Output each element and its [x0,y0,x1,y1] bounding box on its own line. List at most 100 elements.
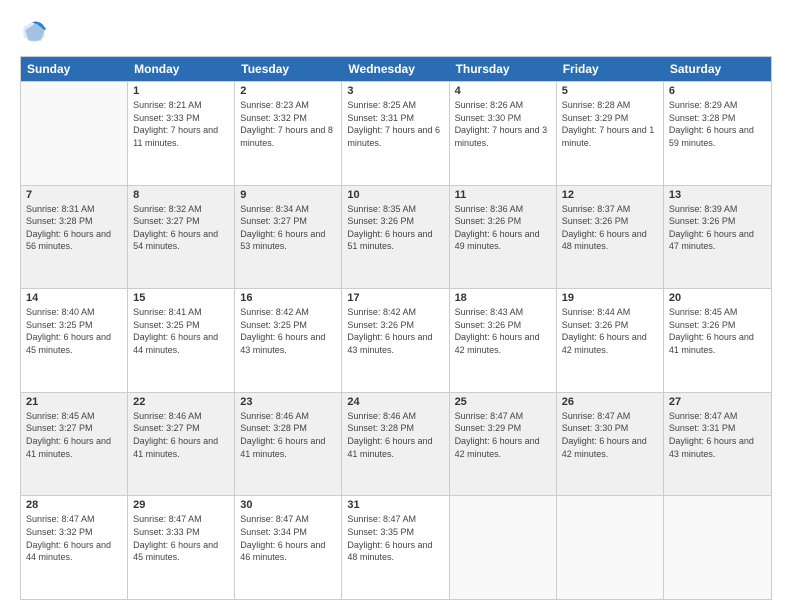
day-info: Sunrise: 8:45 AM Sunset: 3:26 PM Dayligh… [669,306,766,356]
day-info: Sunrise: 8:32 AM Sunset: 3:27 PM Dayligh… [133,203,229,253]
day-info: Sunrise: 8:26 AM Sunset: 3:30 PM Dayligh… [455,99,551,149]
day-number: 14 [26,292,122,304]
calendar-cell [450,496,557,599]
calendar-cell: 25 Sunrise: 8:47 AM Sunset: 3:29 PM Dayli… [450,393,557,496]
day-info: Sunrise: 8:42 AM Sunset: 3:25 PM Dayligh… [240,306,336,356]
calendar-cell: 2 Sunrise: 8:23 AM Sunset: 3:32 PM Daylig… [235,82,342,185]
day-info: Sunrise: 8:23 AM Sunset: 3:32 PM Dayligh… [240,99,336,149]
day-number: 22 [133,396,229,408]
day-number: 21 [26,396,122,408]
weekday-header: Friday [557,57,664,81]
logo-icon [20,18,48,46]
day-info: Sunrise: 8:46 AM Sunset: 3:27 PM Dayligh… [133,410,229,460]
calendar-body: 1 Sunrise: 8:21 AM Sunset: 3:33 PM Daylig… [21,81,771,599]
calendar-cell [557,496,664,599]
weekday-header: Saturday [664,57,771,81]
calendar-cell: 19 Sunrise: 8:44 AM Sunset: 3:26 PM Dayli… [557,289,664,392]
calendar: SundayMondayTuesdayWednesdayThursdayFrid… [20,56,772,600]
calendar-cell: 27 Sunrise: 8:47 AM Sunset: 3:31 PM Dayli… [664,393,771,496]
day-info: Sunrise: 8:29 AM Sunset: 3:28 PM Dayligh… [669,99,766,149]
day-number: 11 [455,189,551,201]
calendar-header: SundayMondayTuesdayWednesdayThursdayFrid… [21,57,771,81]
calendar-cell: 17 Sunrise: 8:42 AM Sunset: 3:26 PM Dayli… [342,289,449,392]
day-info: Sunrise: 8:36 AM Sunset: 3:26 PM Dayligh… [455,203,551,253]
calendar-cell: 16Sunrise: 8:42 AM Sunset: 3:25 PM Dayli… [235,289,342,392]
day-info: Sunrise: 8:28 AM Sunset: 3:29 PM Dayligh… [562,99,658,149]
calendar-cell: 24Sunrise: 8:46 AM Sunset: 3:28 PM Dayli… [342,393,449,496]
calendar-row: 1 Sunrise: 8:21 AM Sunset: 3:33 PM Daylig… [21,81,771,185]
calendar-cell: 1 Sunrise: 8:21 AM Sunset: 3:33 PM Daylig… [128,82,235,185]
calendar-cell: 21 Sunrise: 8:45 AM Sunset: 3:27 PM Dayli… [21,393,128,496]
day-number: 29 [133,499,229,511]
day-info: Sunrise: 8:47 AM Sunset: 3:29 PM Dayligh… [455,410,551,460]
day-number: 10 [347,189,443,201]
calendar-cell: 23Sunrise: 8:46 AM Sunset: 3:28 PM Dayli… [235,393,342,496]
calendar-cell [21,82,128,185]
day-number: 9 [240,189,336,201]
day-info: Sunrise: 8:47 AM Sunset: 3:31 PM Dayligh… [669,410,766,460]
day-info: Sunrise: 8:21 AM Sunset: 3:33 PM Dayligh… [133,99,229,149]
day-number: 7 [26,189,122,201]
day-number: 3 [347,85,443,97]
calendar-cell: 8 Sunrise: 8:32 AM Sunset: 3:27 PM Daylig… [128,186,235,289]
header [20,18,772,46]
day-info: Sunrise: 8:37 AM Sunset: 3:26 PM Dayligh… [562,203,658,253]
calendar-cell: 13 Sunrise: 8:39 AM Sunset: 3:26 PM Dayli… [664,186,771,289]
day-info: Sunrise: 8:47 AM Sunset: 3:33 PM Dayligh… [133,513,229,563]
calendar-cell: 7 Sunrise: 8:31 AM Sunset: 3:28 PM Daylig… [21,186,128,289]
day-number: 5 [562,85,658,97]
day-info: Sunrise: 8:34 AM Sunset: 3:27 PM Dayligh… [240,203,336,253]
calendar-cell: 5 Sunrise: 8:28 AM Sunset: 3:29 PM Daylig… [557,82,664,185]
day-info: Sunrise: 8:39 AM Sunset: 3:26 PM Dayligh… [669,203,766,253]
weekday-header: Thursday [450,57,557,81]
day-number: 20 [669,292,766,304]
calendar-cell: 30 Sunrise: 8:47 AM Sunset: 3:34 PM Dayli… [235,496,342,599]
day-info: Sunrise: 8:43 AM Sunset: 3:26 PM Dayligh… [455,306,551,356]
day-info: Sunrise: 8:44 AM Sunset: 3:26 PM Dayligh… [562,306,658,356]
day-info: Sunrise: 8:31 AM Sunset: 3:28 PM Dayligh… [26,203,122,253]
calendar-cell: 18 Sunrise: 8:43 AM Sunset: 3:26 PM Dayli… [450,289,557,392]
day-number: 19 [562,292,658,304]
calendar-cell: 20 Sunrise: 8:45 AM Sunset: 3:26 PM Dayli… [664,289,771,392]
weekday-header: Monday [128,57,235,81]
calendar-cell: 10 Sunrise: 8:35 AM Sunset: 3:26 PM Dayli… [342,186,449,289]
day-info: Sunrise: 8:47 AM Sunset: 3:35 PM Dayligh… [347,513,443,563]
day-info: Sunrise: 8:47 AM Sunset: 3:32 PM Dayligh… [26,513,122,563]
calendar-cell: 22 Sunrise: 8:46 AM Sunset: 3:27 PM Dayli… [128,393,235,496]
calendar-cell: 9 Sunrise: 8:34 AM Sunset: 3:27 PM Daylig… [235,186,342,289]
day-info: Sunrise: 8:45 AM Sunset: 3:27 PM Dayligh… [26,410,122,460]
day-number: 2 [240,85,336,97]
day-number: 12 [562,189,658,201]
calendar-cell: 31Sunrise: 8:47 AM Sunset: 3:35 PM Dayli… [342,496,449,599]
calendar-row: 14Sunrise: 8:40 AM Sunset: 3:25 PM Dayli… [21,288,771,392]
calendar-cell: 15Sunrise: 8:41 AM Sunset: 3:25 PM Dayli… [128,289,235,392]
weekday-header: Wednesday [342,57,449,81]
day-number: 27 [669,396,766,408]
calendar-cell: 28Sunrise: 8:47 AM Sunset: 3:32 PM Dayli… [21,496,128,599]
calendar-cell: 11 Sunrise: 8:36 AM Sunset: 3:26 PM Dayli… [450,186,557,289]
calendar-cell: 12 Sunrise: 8:37 AM Sunset: 3:26 PM Dayli… [557,186,664,289]
calendar-row: 21 Sunrise: 8:45 AM Sunset: 3:27 PM Dayli… [21,392,771,496]
calendar-cell: 14Sunrise: 8:40 AM Sunset: 3:25 PM Dayli… [21,289,128,392]
logo [20,18,52,46]
day-number: 4 [455,85,551,97]
day-info: Sunrise: 8:47 AM Sunset: 3:34 PM Dayligh… [240,513,336,563]
day-number: 1 [133,85,229,97]
day-info: Sunrise: 8:42 AM Sunset: 3:26 PM Dayligh… [347,306,443,356]
day-number: 23 [240,396,336,408]
day-number: 25 [455,396,551,408]
day-number: 8 [133,189,229,201]
weekday-header: Tuesday [235,57,342,81]
page: SundayMondayTuesdayWednesdayThursdayFrid… [0,0,792,612]
calendar-cell [664,496,771,599]
day-info: Sunrise: 8:25 AM Sunset: 3:31 PM Dayligh… [347,99,443,149]
day-number: 6 [669,85,766,97]
day-info: Sunrise: 8:35 AM Sunset: 3:26 PM Dayligh… [347,203,443,253]
day-number: 13 [669,189,766,201]
day-number: 30 [240,499,336,511]
calendar-cell: 29 Sunrise: 8:47 AM Sunset: 3:33 PM Dayli… [128,496,235,599]
day-info: Sunrise: 8:46 AM Sunset: 3:28 PM Dayligh… [347,410,443,460]
day-number: 18 [455,292,551,304]
day-number: 17 [347,292,443,304]
calendar-cell: 26Sunrise: 8:47 AM Sunset: 3:30 PM Dayli… [557,393,664,496]
